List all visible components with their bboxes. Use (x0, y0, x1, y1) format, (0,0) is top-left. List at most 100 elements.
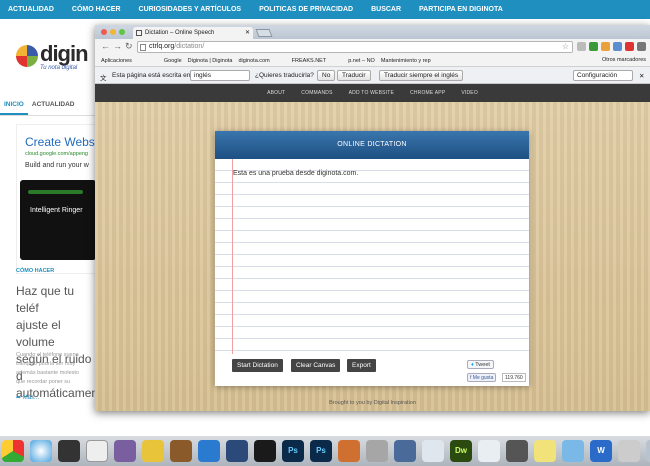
forward-icon[interactable]: → (113, 41, 122, 51)
zoom-window-icon[interactable] (119, 29, 125, 35)
tweet-button[interactable]: ♦ Tweet (467, 360, 494, 369)
app-icon[interactable] (394, 440, 416, 462)
bg-category[interactable]: CÓMO HACER (16, 268, 54, 274)
reload-icon[interactable]: ↻ (125, 41, 133, 52)
phone-label: Intelligent Ringer (30, 207, 83, 214)
messages-icon[interactable] (562, 440, 584, 462)
excerpt-line: además bastante molesto (16, 370, 79, 376)
close-window-icon[interactable] (101, 29, 107, 35)
bookmark-item[interactable]: Google (164, 58, 182, 64)
ad-body: Build and run your w (25, 162, 89, 169)
excerpt-line: que recordar poner su (16, 379, 71, 385)
ad-url: cloud.google.com/appeng (25, 151, 88, 157)
app-icon[interactable] (142, 440, 164, 462)
export-button[interactable]: Export (347, 359, 376, 372)
dreamweaver-icon[interactable]: Dw (450, 440, 472, 462)
dictation-text[interactable]: Esta es una prueba desde diginota.com. (233, 170, 358, 177)
dictation-panel: ONLINE DICTATION Esta es una prueba desd… (215, 131, 529, 386)
bookmark-apps[interactable]: Aplicaciones (101, 58, 132, 64)
dictation-canvas[interactable]: Esta es una prueba desde diginota.com. (215, 159, 529, 354)
fb-like-button[interactable]: f Me gusta (467, 373, 497, 382)
chrome-icon[interactable] (2, 440, 24, 462)
bookmark-item[interactable]: Diginota | Diginota (188, 58, 233, 64)
extension-icon[interactable] (577, 42, 586, 51)
new-tab-button[interactable] (255, 29, 273, 37)
bookmark-star-icon[interactable]: ☆ (562, 42, 569, 51)
notes-icon[interactable] (534, 440, 556, 462)
photoshop-icon[interactable]: Ps (282, 440, 304, 462)
always-translate-button[interactable]: Traducir siempre el inglés (379, 70, 464, 81)
diginota-logo[interactable]: digin Tu nota digital (16, 41, 96, 75)
language-select[interactable]: inglés (190, 70, 250, 81)
folder-icon[interactable] (646, 440, 650, 462)
browser-tab[interactable]: Dictation – Online Speech ✕ (133, 27, 253, 39)
translate-button[interactable]: Traducir (337, 70, 371, 81)
activity-monitor-icon[interactable] (254, 440, 276, 462)
bookmark-item[interactable]: diginota.com (238, 58, 269, 64)
bookmark-item[interactable]: p.net – NO (348, 58, 375, 64)
tweet-label: Tweet (475, 362, 490, 368)
window-controls (101, 29, 125, 35)
clear-canvas-button[interactable]: Clear Canvas (291, 359, 341, 372)
ad-title[interactable]: Create Webs (25, 135, 95, 149)
close-translate-icon[interactable]: ✕ (639, 72, 644, 80)
app-icon[interactable] (506, 440, 528, 462)
extension-icon[interactable] (601, 42, 610, 51)
excerpt-line: Cuando el teléfono suena (16, 352, 79, 358)
article-line: ajuste el volume (16, 318, 61, 349)
bg-article-excerpt: Cuando el teléfono suena tranquilo podrí… (16, 351, 96, 387)
bg-nav-item[interactable]: POLITICAS DE PRIVACIDAD (259, 6, 353, 13)
app-icon[interactable] (366, 440, 388, 462)
system-prefs-icon[interactable] (226, 440, 248, 462)
bg-more-link[interactable]: ➦ Más... (16, 394, 39, 401)
bg-nav-item[interactable]: BUSCAR (371, 6, 401, 13)
other-bookmarks[interactable]: Otros marcadores (602, 57, 646, 63)
excerpt-line: tranquilo podría ser muy (16, 361, 76, 367)
bg-nav-item[interactable]: PARTICIPA EN DIGINOTA (419, 6, 503, 13)
translate-icon: 文 (100, 75, 107, 82)
url-path: /dictation/ (174, 43, 205, 50)
tab-bar: Dictation – Online Speech ✕ (95, 25, 650, 39)
app-icon[interactable] (422, 440, 444, 462)
bg-tab-actualidad[interactable]: ACTUALIDAD (28, 96, 79, 115)
bg-tab-inicio[interactable]: INICIO (0, 96, 28, 115)
bg-nav-item[interactable]: CURIOSIDADES Y ARTÍCULOS (139, 6, 242, 13)
wifi-icon[interactable] (30, 440, 52, 462)
back-icon[interactable]: ← (101, 41, 110, 51)
nav-video[interactable]: VIDEO (461, 90, 478, 96)
extension-icon[interactable] (625, 42, 634, 51)
minimize-window-icon[interactable] (110, 29, 116, 35)
app-icon[interactable] (338, 440, 360, 462)
no-button[interactable]: No (317, 70, 336, 81)
clock-icon[interactable] (58, 440, 80, 462)
app-icon[interactable] (478, 440, 500, 462)
extension-icon[interactable] (613, 42, 622, 51)
nav-chrome-app[interactable]: CHROME APP (410, 90, 445, 96)
nav-add-to-website[interactable]: ADD TO WEBSITE (349, 90, 394, 96)
extension-icon[interactable] (589, 42, 598, 51)
nav-commands[interactable]: COMMANDS (301, 90, 332, 96)
textedit-icon[interactable] (86, 440, 108, 462)
extension-icons (577, 42, 646, 51)
word-icon[interactable]: W (590, 440, 612, 462)
bookmark-item[interactable]: FREAKS.NET (292, 58, 327, 64)
volume-slider-icon (28, 190, 83, 194)
nav-about[interactable]: ABOUT (267, 90, 285, 96)
bookmarks-bar: Aplicaciones Google Diginota | Diginota … (95, 55, 650, 67)
bg-nav-item[interactable]: CÓMO HACER (72, 6, 121, 13)
guitar-icon[interactable] (170, 440, 192, 462)
browser-window: Dictation – Online Speech ✕ ← → ↻ ctrlq.… (95, 25, 650, 411)
close-tab-icon[interactable]: ✕ (245, 29, 250, 36)
itunes-icon[interactable] (198, 440, 220, 462)
address-bar[interactable]: ctrlq.org/dictation/ ☆ (137, 41, 573, 53)
more-label: Más... (22, 395, 40, 401)
app-icon[interactable] (114, 440, 136, 462)
bg-nav-item[interactable]: ACTUALIDAD (8, 6, 54, 13)
config-select[interactable]: Configuración (573, 70, 633, 81)
bookmark-item[interactable]: Mantenimiento y rep (381, 58, 431, 64)
menu-icon[interactable] (637, 42, 646, 51)
photoshop-icon[interactable]: Ps (310, 440, 332, 462)
start-dictation-button[interactable]: Start Dictation (232, 359, 283, 372)
tab-title: Dictation – Online Speech (145, 30, 215, 36)
app-icon[interactable] (618, 440, 640, 462)
